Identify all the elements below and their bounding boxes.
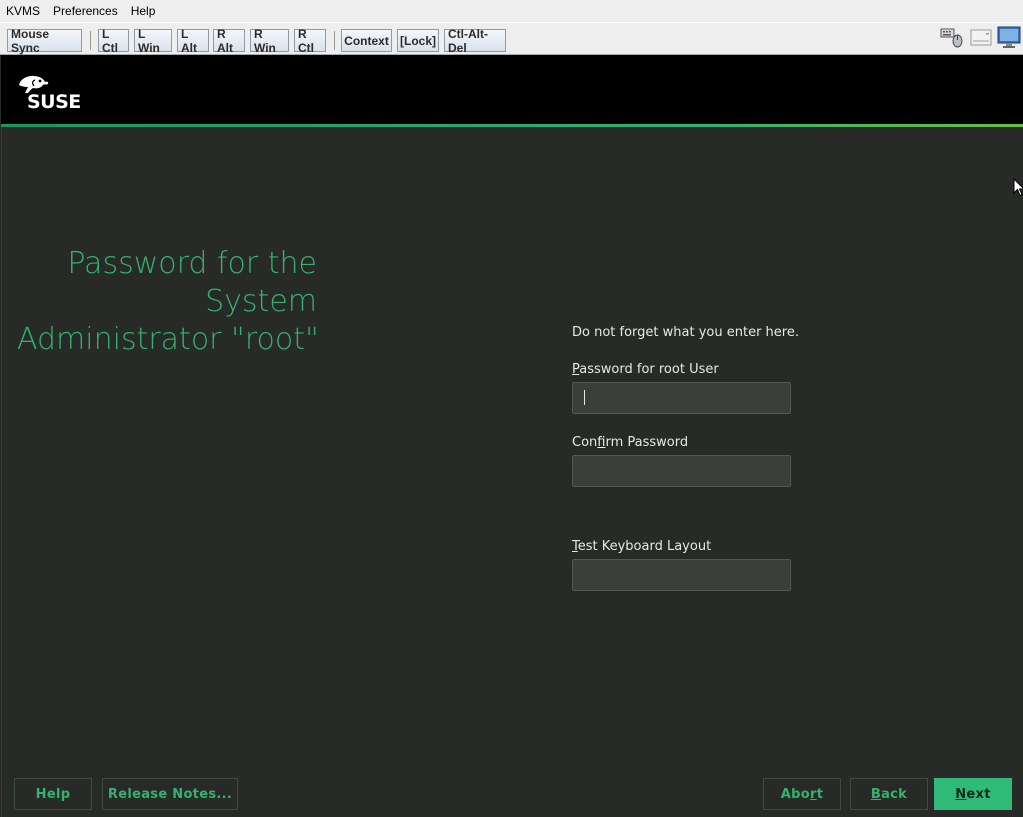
button-label: t (816, 786, 824, 802)
mnemonic: N (955, 786, 967, 802)
mnemonic: r (809, 786, 817, 802)
kvm-toolbar: Mouse Sync L Ctl L Win L Alt R Alt R Win… (0, 22, 1023, 55)
confirm-password-label: Confirm Password (572, 435, 688, 450)
label-text: irm Password (605, 435, 689, 450)
release-notes-button[interactable]: Release Notes... (102, 778, 238, 810)
back-button[interactable]: Back (850, 778, 928, 810)
right-alt-key-button[interactable]: R Alt (213, 27, 245, 55)
root-password-input[interactable] (572, 382, 791, 414)
password-hint: Do not forget what you enter here. (572, 325, 799, 340)
drive-icon[interactable] (969, 25, 993, 49)
test-keyboard-label: Test Keyboard Layout (572, 539, 711, 554)
kvm-menubar: KVMS Preferences Help (0, 0, 1023, 22)
installer-banner: SUSE (1, 55, 1023, 124)
button-label: Abo (780, 786, 810, 802)
abort-button[interactable]: Abo r t (763, 778, 841, 810)
context-key-button[interactable]: Context (341, 29, 392, 52)
mnemonic: B (870, 786, 882, 802)
help-button[interactable]: Help (14, 778, 92, 810)
text-caret (584, 390, 585, 405)
toolbar-separator (334, 31, 335, 50)
left-ctrl-key-button[interactable]: L Ctl (98, 27, 129, 55)
menu-preferences[interactable]: Preferences (53, 4, 118, 18)
page-title-line: Password for the (67, 246, 317, 281)
left-win-key-button[interactable]: L Win (134, 27, 172, 55)
menu-kvms[interactable]: KVMS (6, 4, 40, 18)
toolbar-separator (90, 31, 91, 50)
next-button[interactable]: Next (934, 778, 1012, 810)
label-text: assword for root User (579, 362, 719, 377)
keyboard-mouse-icon[interactable] (940, 25, 964, 49)
lock-key-button[interactable]: [Lock] (397, 29, 439, 52)
monitor-icon[interactable] (997, 25, 1021, 49)
page-title: Password for the System Administrator "r… (17, 245, 319, 359)
mouse-pointer-icon (1013, 178, 1023, 197)
installer-content (1, 127, 1023, 817)
label-text: est Keyboard Layout (577, 539, 712, 554)
page-title-line: Administrator "root" (17, 322, 319, 357)
menu-help[interactable]: Help (131, 4, 156, 18)
button-label: ack (881, 786, 908, 802)
left-alt-key-button[interactable]: L Alt (177, 27, 209, 55)
button-label: ext (966, 786, 991, 802)
suse-wordmark: SUSE (27, 91, 81, 110)
ctl-alt-del-button[interactable]: Ctl-Alt-Del (444, 27, 506, 55)
right-win-key-button[interactable]: R Win (250, 27, 289, 55)
test-keyboard-input[interactable] (572, 559, 791, 591)
password-label: Password for root User (572, 362, 719, 377)
suse-logo-icon: SUSE (19, 75, 81, 110)
mouse-sync-button[interactable]: Mouse Sync (7, 27, 82, 55)
page-title-line: System (205, 284, 317, 319)
label-text: Con (572, 435, 598, 450)
right-ctrl-key-button[interactable]: R Ctl (294, 27, 326, 55)
confirm-password-input[interactable] (572, 455, 791, 487)
